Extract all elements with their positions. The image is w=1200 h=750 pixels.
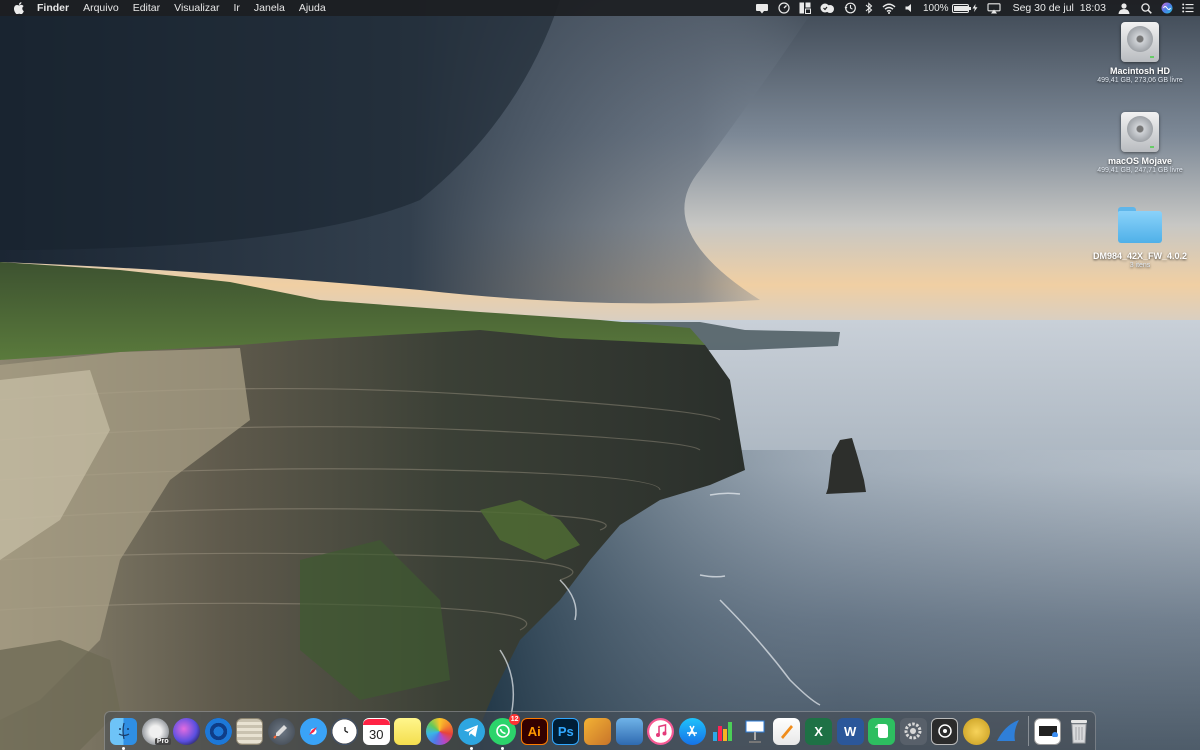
- dock-font-app-icon[interactable]: [963, 717, 991, 745]
- dock-disk-utility-icon[interactable]: Pro: [141, 717, 171, 745]
- menu-editar[interactable]: Editar: [126, 0, 167, 16]
- apple-menu-icon[interactable]: [12, 0, 26, 16]
- dock-excel-icon[interactable]: X: [805, 717, 833, 745]
- desktop-wallpaper: [0, 0, 1200, 750]
- dock-migration-icon[interactable]: [615, 717, 643, 745]
- dock-launchpad-icon[interactable]: [267, 717, 295, 745]
- notification-badge: 12: [509, 713, 521, 725]
- desktop-icon-title: Macintosh HD: [1109, 66, 1170, 76]
- desktop-icon-firmware-folder[interactable]: DM984_42X_FW_4.0.2 3 itens: [1085, 207, 1195, 270]
- dock-system-preferences-icon[interactable]: [899, 717, 927, 745]
- desktop-icon-subtitle: 499,41 GB, 247,71 GB livre: [1097, 167, 1183, 174]
- hard-drive-icon: [1121, 22, 1159, 62]
- menu-arquivo[interactable]: Arquivo: [76, 0, 126, 16]
- dock-scanner-icon[interactable]: [931, 717, 959, 745]
- battery-icon: [951, 3, 971, 13]
- calendar-date: 30: [369, 726, 384, 742]
- dock-itunes-icon[interactable]: [647, 717, 675, 745]
- menu-visualizar[interactable]: Visualizar: [167, 0, 226, 16]
- battery-percent-label: 100%: [923, 2, 949, 14]
- desktop-icon-subtitle: 499,41 GB, 273,06 GB livre: [1097, 77, 1183, 84]
- dock-downloads-stack-icon[interactable]: [1034, 717, 1062, 745]
- dock-numbers-icon[interactable]: [710, 718, 737, 745]
- menu-ajuda[interactable]: Ajuda: [292, 0, 333, 16]
- airplay-icon[interactable]: [987, 0, 1001, 16]
- dock-siri-icon[interactable]: [173, 717, 201, 745]
- dock-photos-icon[interactable]: [425, 717, 453, 745]
- siri-icon[interactable]: [1161, 0, 1173, 16]
- dock-photoshop-icon[interactable]: Ps: [552, 717, 580, 745]
- time-machine-icon[interactable]: [844, 0, 856, 16]
- dock-app-store-icon[interactable]: [678, 717, 706, 745]
- folder-icon: [1118, 207, 1162, 243]
- dock-sketchbook-icon[interactable]: [583, 717, 611, 745]
- spotlight-search-icon[interactable]: [1141, 0, 1152, 16]
- volume-icon[interactable]: [905, 0, 914, 16]
- bluetooth-icon[interactable]: [865, 0, 873, 16]
- notification-status-icon[interactable]: [755, 0, 769, 16]
- dock: Pro 30 12 Ai Ps X W: [104, 711, 1096, 750]
- dock-item-label: Ai: [527, 723, 541, 739]
- speedometer-icon[interactable]: [778, 0, 790, 16]
- running-indicator: [501, 746, 505, 750]
- dock-clock-icon[interactable]: [331, 717, 359, 745]
- charging-bolt-icon: [972, 4, 978, 12]
- dock-evernote-icon[interactable]: [868, 717, 896, 745]
- running-indicator: [469, 746, 473, 750]
- menu-app-name[interactable]: Finder: [30, 0, 76, 16]
- dock-trash-icon[interactable]: [1066, 718, 1093, 745]
- dock-safari-icon[interactable]: [299, 717, 327, 745]
- menu-ir[interactable]: Ir: [226, 0, 246, 16]
- dock-illustrator-icon[interactable]: Ai: [520, 717, 548, 745]
- battery-status[interactable]: 100%: [923, 0, 978, 16]
- battery-fill: [953, 5, 969, 11]
- dock-whatsapp-icon[interactable]: 12: [489, 713, 521, 750]
- dock-item-label: Ps: [557, 723, 574, 739]
- dock-item-label: Pro: [154, 737, 171, 745]
- clock-menu[interactable]: Seg 30 de jul 18:03: [1013, 0, 1106, 16]
- wifi-icon[interactable]: [882, 0, 896, 16]
- dock-word-icon[interactable]: W: [836, 717, 864, 745]
- dock-pages-icon[interactable]: [773, 717, 801, 745]
- desktop-icon-subtitle: 3 itens: [1129, 262, 1151, 269]
- desktop-icon-macintosh-hd[interactable]: Macintosh HD 499,41 GB, 273,06 GB livre: [1085, 22, 1195, 85]
- dock-calendar-icon[interactable]: 30: [362, 717, 390, 745]
- dock-finder-icon[interactable]: [110, 717, 137, 750]
- dock-airdrop-icon[interactable]: [204, 717, 232, 745]
- dock-telegram-icon[interactable]: [457, 717, 485, 750]
- desktop-icon-title: DM984_42X_FW_4.0.2: [1092, 251, 1188, 261]
- dock-separator: [1028, 716, 1030, 746]
- window-layout-icon[interactable]: [799, 0, 811, 16]
- dock-notepad-icon[interactable]: [236, 717, 264, 745]
- notification-center-icon[interactable]: [1182, 0, 1194, 16]
- menu-janela[interactable]: Janela: [247, 0, 292, 16]
- desktop-icon-title: macOS Mojave: [1107, 156, 1173, 166]
- dock-stickies-icon[interactable]: [394, 717, 422, 745]
- running-indicator: [122, 746, 125, 750]
- dock-keynote-icon[interactable]: [742, 718, 769, 745]
- desktop-icon-macos-mojave[interactable]: macOS Mojave 499,41 GB, 247,71 GB livre: [1085, 112, 1195, 175]
- user-account-icon[interactable]: [1118, 0, 1130, 16]
- hard-drive-icon: [1121, 112, 1159, 152]
- dock-sharkfin-icon[interactable]: [995, 718, 1022, 745]
- dock-item-label: X: [814, 723, 823, 739]
- cloud-sync-icon[interactable]: [820, 0, 835, 16]
- dock-item-label: W: [844, 723, 857, 739]
- menu-bar: Finder Arquivo Editar Visualizar Ir Jane…: [0, 0, 1200, 16]
